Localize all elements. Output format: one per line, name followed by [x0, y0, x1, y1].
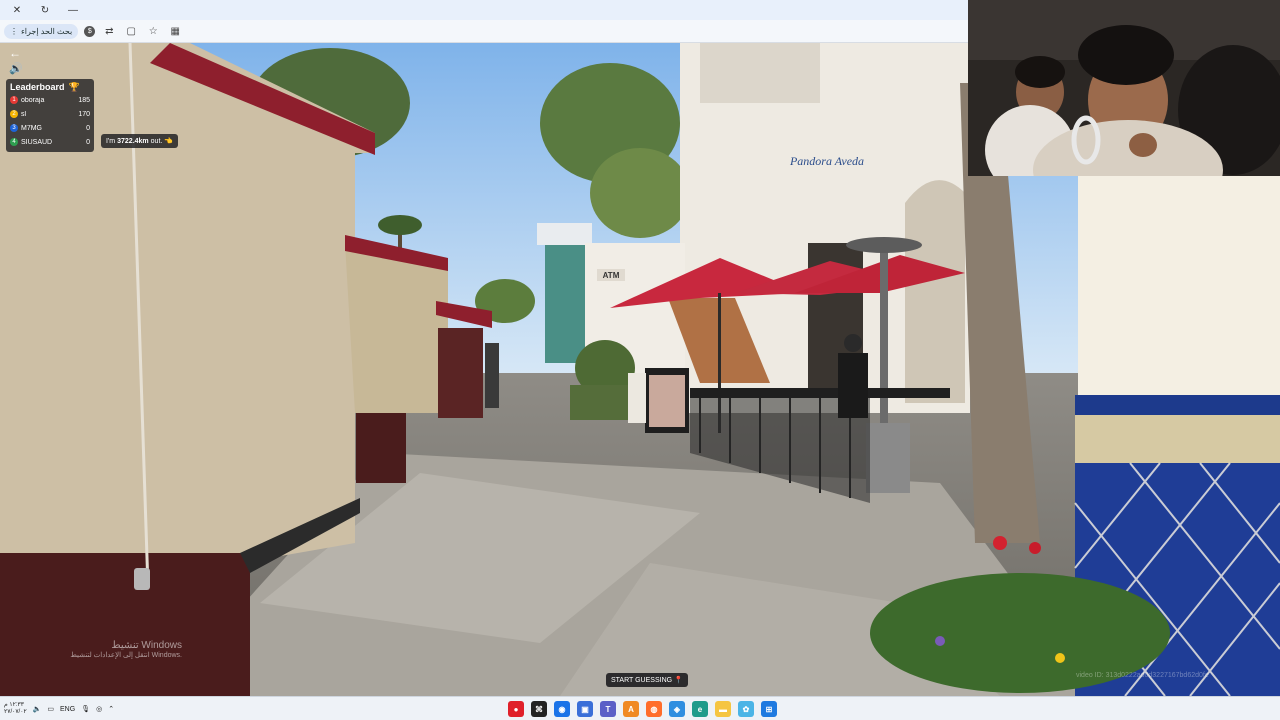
extension-label: بحث الحد إجراء [21, 26, 73, 36]
paint-icon[interactable]: ✿ [738, 701, 754, 717]
office-icon[interactable]: A [623, 701, 639, 717]
player-name: SIUSAUD [21, 138, 53, 146]
watermark-title: تنشيط Windows [111, 640, 182, 651]
leaderboard-row: 2 sl 170 [10, 107, 90, 121]
firefox-icon[interactable]: ◍ [646, 701, 662, 717]
teams-icon[interactable]: T [600, 701, 616, 717]
rank-badge: 4 [10, 138, 18, 146]
dashboard-icon[interactable]: ▦ [167, 23, 183, 39]
shop-sign: Pandora Aveda [789, 154, 864, 168]
menu-dots-icon: ⋮ [10, 26, 18, 36]
start-icon[interactable]: ⊞ [761, 701, 777, 717]
trophy-icon: 🏆 [68, 81, 80, 92]
pointing-hand-icon: 👈 [164, 138, 174, 145]
watermark-subtitle: انتقل إلى الإعدادات لتنشيط Windows. [70, 652, 182, 659]
clock-date: ٢٧/٠٧/٠٢ [4, 709, 27, 715]
system-tray: ١٢:٣٣ م ٢٧/٠٧/٠٢ 🔈 ▭ ENG 🎙 ◎ ⌃ [4, 701, 114, 717]
extension-badge-icon[interactable]: $ [84, 25, 96, 37]
extension-chip[interactable]: ⋮ بحث الحد إجراء [4, 23, 79, 39]
browser-titlebar: ✕ ↻ — [0, 0, 968, 20]
volume-icon[interactable]: 🔈 [33, 705, 42, 713]
leaderboard-row: 1 oboraja 185 [10, 93, 90, 107]
player-score: 0 [86, 138, 90, 146]
distance-prefix: I'm [106, 137, 116, 145]
refresh-icon[interactable]: ↻ [34, 1, 56, 19]
player-name: oboraja [21, 96, 45, 104]
store-icon[interactable]: ▣ [577, 701, 593, 717]
map-pin-icon: 📍 [674, 677, 683, 684]
sound-icon[interactable]: 🔊 [8, 62, 24, 76]
opera-icon[interactable]: ● [508, 701, 524, 717]
chevron-up-icon[interactable]: ⌃ [108, 705, 114, 713]
distance-message: I'm 3722.4km out. 👈 [101, 134, 179, 148]
webcam-feed [968, 0, 1280, 176]
close-icon[interactable]: ✕ [6, 1, 28, 19]
rank-badge: 3 [10, 124, 18, 132]
leaderboard-title-text: Leaderboard [10, 82, 65, 92]
browser-toolbar: ⋮ بحث الحد إجراء $ ⇄ ▢ ☆ ▦ [0, 20, 968, 43]
leaderboard-row: 3 M7MG 0 [10, 121, 90, 135]
star-icon[interactable]: ☆ [145, 23, 161, 39]
translate-icon[interactable]: ⇄ [101, 23, 117, 39]
player-score: 185 [78, 96, 90, 104]
start-guessing-label: START GUESSING [611, 676, 673, 684]
leaderboard-rows: 1 oboraja 185 2 sl 170 3 M7MG 0 4 SIUSAUD 0 [10, 93, 90, 149]
atm-sign: ATM [603, 271, 620, 280]
distance-suffix: out. [150, 137, 163, 145]
leaderboard-title: Leaderboard 🏆 [10, 81, 90, 93]
minimize-icon[interactable]: — [62, 1, 84, 19]
start-guessing-button[interactable]: START GUESSING 📍 [606, 673, 688, 687]
language-indicator[interactable]: ENG [60, 706, 75, 713]
leaderboard-panel: Leaderboard 🏆 1 oboraja 185 2 sl 170 3 M7MG 0 4 SI… [6, 79, 94, 152]
mic-icon[interactable]: 🎙 [81, 705, 90, 713]
windows-taskbar: ١٢:٣٣ م ٢٧/٠٧/٠٢ 🔈 ▭ ENG 🎙 ◎ ⌃ ● ⌘ ◉ ▣ T A ◍ ◈ e… [0, 696, 1280, 720]
network-icon[interactable]: ◎ [96, 705, 102, 713]
clock-time: ١٢:٣٣ م [4, 702, 24, 708]
webcam-overlay [968, 0, 1280, 176]
back-arrow-icon[interactable]: ← [8, 46, 22, 60]
edge-icon[interactable]: e [692, 701, 708, 717]
player-score: 0 [86, 124, 90, 132]
rank-badge: 2 [10, 110, 18, 118]
capcut-icon[interactable]: ⌘ [531, 701, 547, 717]
explorer-icon[interactable]: ▬ [715, 701, 731, 717]
stream-id-text: video ID: 313d0222ad0d3227167bd62d0fe [1076, 672, 1209, 679]
clock[interactable]: ١٢:٣٣ م ٢٧/٠٧/٠٢ [4, 702, 27, 716]
leaderboard-row: 4 SIUSAUD 0 [10, 135, 90, 149]
taskbar-apps: ● ⌘ ◉ ▣ T A ◍ ◈ e ▬ ✿ ⊞ [508, 700, 777, 718]
screen: ✕ ↻ — ⋮ بحث الحد إجراء $ ⇄ ▢ ☆ ▦ Pandora… [0, 0, 1280, 720]
split-icon[interactable]: ▢ [123, 23, 139, 39]
player-score: 170 [78, 110, 90, 118]
chrome-icon[interactable]: ◉ [554, 701, 570, 717]
windows-activation-watermark: تنشيط Windows انتقل إلى الإعدادات لتنشيط… [62, 640, 182, 659]
rank-badge: 1 [10, 96, 18, 104]
player-name: M7MG [21, 124, 42, 132]
display-icon[interactable]: ▭ [47, 705, 54, 713]
player-name: sl [21, 110, 27, 118]
photos-icon[interactable]: ◈ [669, 701, 685, 717]
distance-value: 3722.4km [117, 137, 149, 145]
